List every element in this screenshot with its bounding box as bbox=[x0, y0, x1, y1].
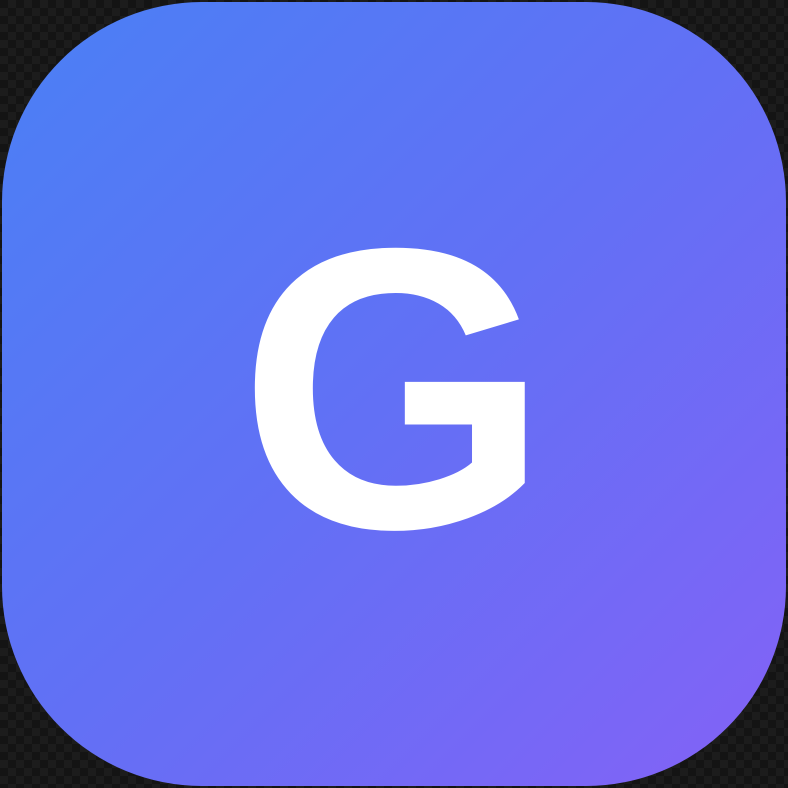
app-icon-letter: G bbox=[238, 165, 550, 612]
app-icon[interactable]: G bbox=[2, 2, 786, 786]
